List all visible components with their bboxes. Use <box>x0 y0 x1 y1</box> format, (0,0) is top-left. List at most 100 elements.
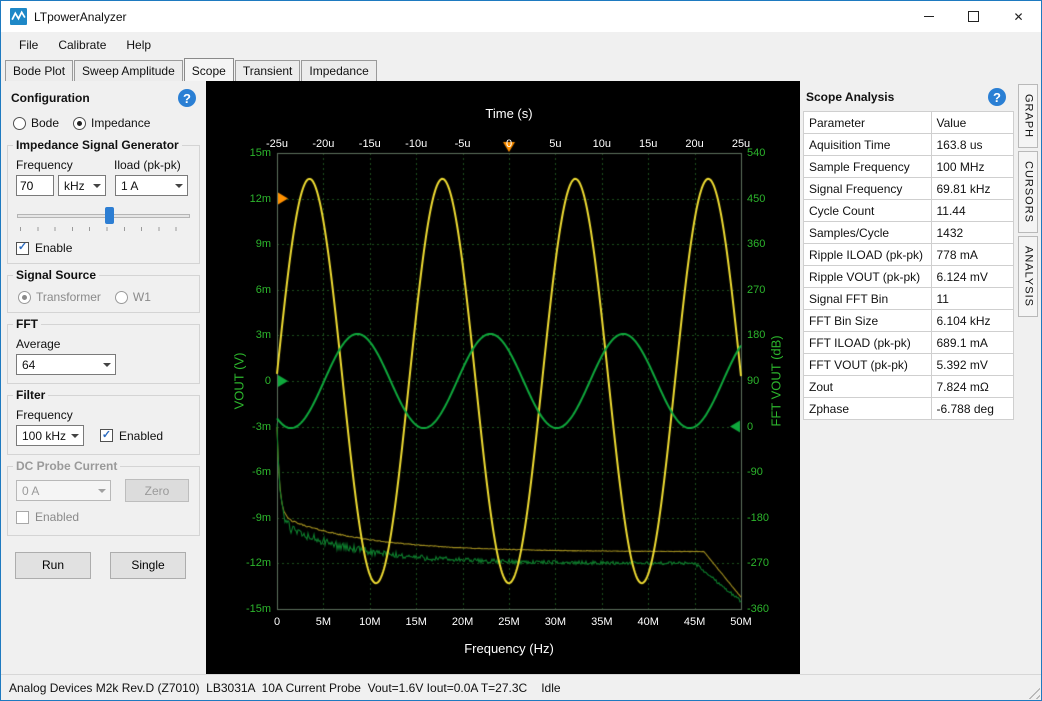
mode-radio-group: Bode Impedance <box>1 109 206 134</box>
top-axis-tick: 10u <box>593 138 611 150</box>
maximize-button[interactable] <box>951 1 996 32</box>
analysis-value-cell: 69.81 kHz <box>931 178 1014 200</box>
left-axis-tick: 3m <box>256 329 271 341</box>
source-w1-label: W1 <box>133 290 151 304</box>
side-tab[interactable]: ANALYSIS <box>1018 236 1038 317</box>
scope-tab-page: Configuration ? Bode Impedance Impedance… <box>1 81 1041 674</box>
mode-bode-label: Bode <box>31 116 59 130</box>
source-radio-transformer[interactable]: Transformer <box>18 290 101 304</box>
right-axis-tick: 450 <box>747 193 765 205</box>
analysis-param-cell: FFT VOUT (pk-pk) <box>804 354 932 376</box>
run-button[interactable]: Run <box>15 552 91 579</box>
source-radio-w1[interactable]: W1 <box>115 290 151 304</box>
analysis-table: Parameter Value Aquisition Time 163.8 us… <box>803 111 1014 420</box>
dc-probe-group: DC Probe Current 0 A Zero Enabled <box>7 466 200 536</box>
status-bar: Analog Devices M2k Rev.D (Z7010) LB3031A… <box>1 674 1041 700</box>
app-window: LTpowerAnalyzer ✕ FileCalibrateHelp Bode… <box>0 0 1042 701</box>
tab-sweep-amplitude[interactable]: Sweep Amplitude <box>74 60 183 81</box>
slider-track <box>17 214 190 218</box>
signal-generator-title: Impedance Signal Generator <box>13 138 182 152</box>
analysis-param-cell: Cycle Count <box>804 200 932 222</box>
iload-select[interactable]: 1 A <box>115 175 188 196</box>
close-button[interactable]: ✕ <box>996 1 1041 32</box>
analysis-value-cell: 5.392 mV <box>931 354 1014 376</box>
frequency-unit-select[interactable]: kHz <box>58 175 106 196</box>
analysis-help-icon[interactable]: ? <box>988 88 1006 106</box>
mode-radio-impedance[interactable]: Impedance <box>73 116 150 130</box>
analysis-value-cell: 11 <box>931 288 1014 310</box>
left-axis-tick: 0 <box>265 375 271 387</box>
radio-icon <box>73 117 86 130</box>
frequency-slider[interactable] <box>17 205 190 232</box>
fft-title: FFT <box>13 317 41 331</box>
filter-group: Filter Frequency 100 kHz ✓ Enabled <box>7 395 200 455</box>
scope-canvas[interactable] <box>206 81 800 674</box>
filter-title: Filter <box>13 388 48 402</box>
single-button[interactable]: Single <box>110 552 186 579</box>
title-bar: LTpowerAnalyzer ✕ <box>1 1 1041 32</box>
iload-value: 1 A <box>121 179 138 193</box>
average-select[interactable]: 64 <box>16 354 116 375</box>
dc-probe-enabled-label: Enabled <box>35 510 79 524</box>
status-state: Idle <box>541 681 560 695</box>
analysis-param-cell: Samples/Cycle <box>804 222 932 244</box>
radio-icon <box>13 117 26 130</box>
minimize-button[interactable] <box>906 1 951 32</box>
side-tab[interactable]: CURSORS <box>1018 151 1038 233</box>
analysis-param-cell: Aquisition Time <box>804 134 932 156</box>
resize-grip[interactable] <box>1027 686 1040 699</box>
analysis-param-cell: Signal Frequency <box>804 178 932 200</box>
analysis-row: Zphase -6.788 deg <box>804 398 1014 420</box>
menu-item[interactable]: Calibrate <box>48 34 116 56</box>
analysis-value-cell: 163.8 us <box>931 134 1014 156</box>
configuration-panel: Configuration ? Bode Impedance Impedance… <box>1 81 206 674</box>
maximize-icon <box>968 11 979 22</box>
close-icon: ✕ <box>1013 11 1023 23</box>
slider-thumb[interactable] <box>105 207 114 224</box>
analysis-param-cell: FFT Bin Size <box>804 310 932 332</box>
menu-bar: FileCalibrateHelp <box>1 32 1041 58</box>
frequency-input[interactable] <box>16 175 54 196</box>
enable-checkbox[interactable]: ✓ Enable <box>16 241 72 255</box>
bottom-axis-tick: 30M <box>545 616 566 628</box>
analysis-value-cell: 1432 <box>931 222 1014 244</box>
right-axis-tick: -360 <box>747 603 769 615</box>
tab-scope[interactable]: Scope <box>184 58 234 82</box>
source-transformer-label: Transformer <box>36 290 101 304</box>
analysis-value-cell: -6.788 deg <box>931 398 1014 420</box>
filter-enabled-checkbox[interactable]: ✓ Enabled <box>100 429 163 443</box>
right-axis-tick: -90 <box>747 466 763 478</box>
side-tab[interactable]: GRAPH <box>1018 84 1038 148</box>
filter-frequency-select[interactable]: 100 kHz <box>16 425 84 446</box>
right-axis-tick: -270 <box>747 557 769 569</box>
analysis-value-cell: 100 MHz <box>931 156 1014 178</box>
side-tab-strip: GRAPH CURSORS ANALYSIS <box>1014 81 1041 674</box>
analysis-value-cell: 7.824 mΩ <box>931 376 1014 398</box>
tab-transient[interactable]: Transient <box>235 60 301 81</box>
top-axis-tick: 0 <box>506 138 512 150</box>
analysis-col-parameter: Parameter <box>804 112 932 134</box>
top-axis-tick: -15u <box>359 138 381 150</box>
menu-item[interactable]: File <box>9 34 48 56</box>
tab-impedance[interactable]: Impedance <box>301 60 376 81</box>
right-axis-tick: 360 <box>747 238 765 250</box>
top-axis-tick: 5u <box>549 138 561 150</box>
analysis-row: Cycle Count 11.44 <box>804 200 1014 222</box>
mode-radio-bode[interactable]: Bode <box>13 116 59 130</box>
configuration-help-icon[interactable]: ? <box>178 89 196 107</box>
bottom-axis-tick: 0 <box>274 616 280 628</box>
scope-analysis-panel: Scope Analysis ? Parameter Value Aquisit… <box>800 81 1014 674</box>
top-axis-tick: -20u <box>312 138 334 150</box>
bottom-axis-tick: 20M <box>452 616 473 628</box>
analysis-row: FFT ILOAD (pk-pk) 689.1 mA <box>804 332 1014 354</box>
analysis-row: Aquisition Time 163.8 us <box>804 134 1014 156</box>
bottom-axis-tick: 5M <box>316 616 331 628</box>
run-controls: Run Single <box>15 552 206 579</box>
tab-bode-plot[interactable]: Bode Plot <box>5 60 73 81</box>
menu-item[interactable]: Help <box>116 34 161 56</box>
dc-probe-current-select: 0 A <box>16 480 111 501</box>
iload-label: Iload (pk-pk) <box>114 158 181 172</box>
top-axis-tick: -5u <box>455 138 471 150</box>
top-axis-tick: 15u <box>639 138 657 150</box>
mode-impedance-label: Impedance <box>91 116 150 130</box>
